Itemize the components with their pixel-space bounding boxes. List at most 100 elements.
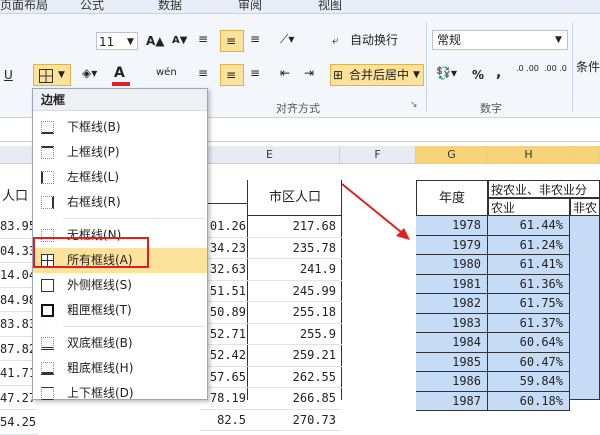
grow-font-icon[interactable]: A▲ [146,32,165,50]
currency-icon[interactable]: 💱▾ [436,64,457,82]
column-header-f[interactable]: F [340,146,416,164]
table-cell[interactable]: 1987 [416,391,488,411]
decrease-indent-icon[interactable]: ⇤ [280,64,290,82]
merge-center-button[interactable]: ⊞ 合并后居中 ▼ [330,64,424,86]
chevron-down-icon: ▼ [127,37,134,47]
table-cell[interactable]: 255.9 [248,324,342,345]
table-cell[interactable]: 82.5 [200,410,248,431]
table-cell[interactable]: 1984 [416,333,488,353]
table-cell[interactable]: 61.75% [488,294,570,314]
year-header: 年度 [416,180,488,216]
menu-item[interactable]: 右框线(R) [33,190,207,215]
wrap-text-icon: ⤶ [332,33,339,47]
table-cell[interactable]: 259.21 [248,345,342,367]
thick-bottom-border-icon [41,362,54,375]
underline-button[interactable]: U [4,66,13,84]
ribbon-tab-bar: 页面布局 公式 数据 审阅 视图 [0,0,600,14]
align-top-icon[interactable]: ≡ [198,30,208,48]
table-cell[interactable]: 61.37% [488,313,570,333]
tab-view[interactable]: 视图 [318,0,342,12]
table-cell[interactable]: 1983 [416,313,488,333]
outside-borders-icon [41,279,54,292]
chevron-down-icon: ▼ [555,35,562,45]
table-cell[interactable]: 61.24% [488,235,570,255]
table-cell[interactable]: 241.9 [248,259,342,281]
merge-center-icon: ⊞ [333,68,344,82]
table-cell[interactable]: 245.99 [248,281,342,302]
orientation-icon[interactable]: ⟋▾ [280,30,294,48]
menu-item[interactable]: 上下框线(D) [33,381,207,406]
tab-data[interactable]: 数据 [158,0,182,12]
align-center-button[interactable]: ≡ [220,64,244,86]
column-header-i[interactable] [570,146,600,164]
table-cell[interactable]: 262.55 [248,367,342,388]
table-cell[interactable]: 1981 [416,274,488,294]
table-cell[interactable]: 235.78 [248,238,342,259]
menu-item[interactable]: 双底框线(B) [33,331,207,356]
increase-decimal-button[interactable]: .0 .00 [516,64,539,74]
menu-item-label: 粗底框线(H) [67,361,134,375]
urban-population-header: 市区人口 [248,180,342,216]
number-format-value: 常规 [437,33,462,47]
menu-item[interactable]: 粗匣框线(T) [33,298,207,323]
menu-item-label: 下框线(B) [67,120,121,134]
align-middle-icon: ≡ [226,34,237,48]
menu-item-label: 双底框线(B) [67,336,133,350]
table-cell[interactable]: 54.25 [0,410,38,435]
phonetic-button[interactable]: wén [156,64,177,82]
number-format-select[interactable]: 常规 ▼ [432,30,568,50]
conditional-format-label[interactable]: 条件 [576,58,600,76]
align-bottom-icon[interactable]: ≡ [250,30,260,48]
menu-item-label: 外侧框线(S) [67,278,132,292]
table-cell[interactable]: 217.68 [248,216,342,238]
table-cell[interactable]: 1980 [416,255,488,275]
increase-indent-icon[interactable]: ⇥ [304,64,314,82]
column-header-g[interactable]: G [416,146,488,164]
table-cell[interactable]: 1986 [416,372,488,392]
wrap-text-button[interactable]: ⤶ 自动换行 [330,30,420,52]
table-cell[interactable]: 61.44% [488,216,570,236]
percent-button[interactable]: % [472,66,484,84]
chevron-down-icon: ▼ [413,70,420,80]
menu-item[interactable]: 下框线(B) [33,115,207,140]
table-cell[interactable]: 1985 [416,352,488,372]
shrink-font-icon[interactable]: A▼ [172,32,187,50]
align-middle-button[interactable]: ≡ [220,30,244,52]
table-cell[interactable]: 1978 [416,216,488,236]
table-cell[interactable]: 61.36% [488,274,570,294]
table-cell[interactable]: 1982 [416,294,488,314]
column-header-h[interactable]: H [488,146,570,164]
table-cell[interactable]: 1979 [416,235,488,255]
border-button[interactable]: ▼ [33,64,71,86]
table-cell[interactable]: 61.41% [488,255,570,275]
table-cell[interactable]: 270.73 [248,410,342,431]
table-cell[interactable]: 60.18% [488,391,570,411]
font-color-button[interactable]: A [112,64,136,86]
font-size-select[interactable]: 11 ▼ [96,32,138,50]
dialog-launcher-icon[interactable]: ↘ [410,100,418,110]
column-header-e[interactable]: E [200,146,340,164]
table-cell[interactable]: 255.18 [248,302,342,324]
tab-review[interactable]: 审阅 [238,0,262,12]
font-size-value: 11 [99,35,115,49]
table-cell[interactable]: 60.47% [488,352,570,372]
menu-item[interactable]: 上框线(P) [33,140,207,165]
menu-item[interactable]: 左框线(L) [33,165,207,190]
menu-item[interactable]: 粗底框线(H) [33,356,207,381]
align-left-icon[interactable]: ≡ [198,64,208,82]
all-borders-icon [39,69,53,83]
decrease-decimal-button[interactable]: .00 .0 [544,64,567,74]
table-cell[interactable]: 59.84% [488,372,570,392]
menu-separator [63,218,205,219]
tab-page-layout[interactable]: 页面布局 [0,0,48,12]
table-cell[interactable]: 60.64% [488,333,570,353]
comma-button[interactable]: , [496,64,501,82]
group-divider [572,22,573,112]
font-color-swatch [112,82,130,86]
align-right-icon[interactable]: ≡ [250,64,260,82]
annotation-arrow [341,183,410,240]
table-cell[interactable]: 266.85 [248,388,342,410]
tab-formulas[interactable]: 公式 [80,0,104,12]
fill-color-icon[interactable]: ◈▾ [82,64,97,82]
menu-item[interactable]: 外侧框线(S) [33,273,207,298]
